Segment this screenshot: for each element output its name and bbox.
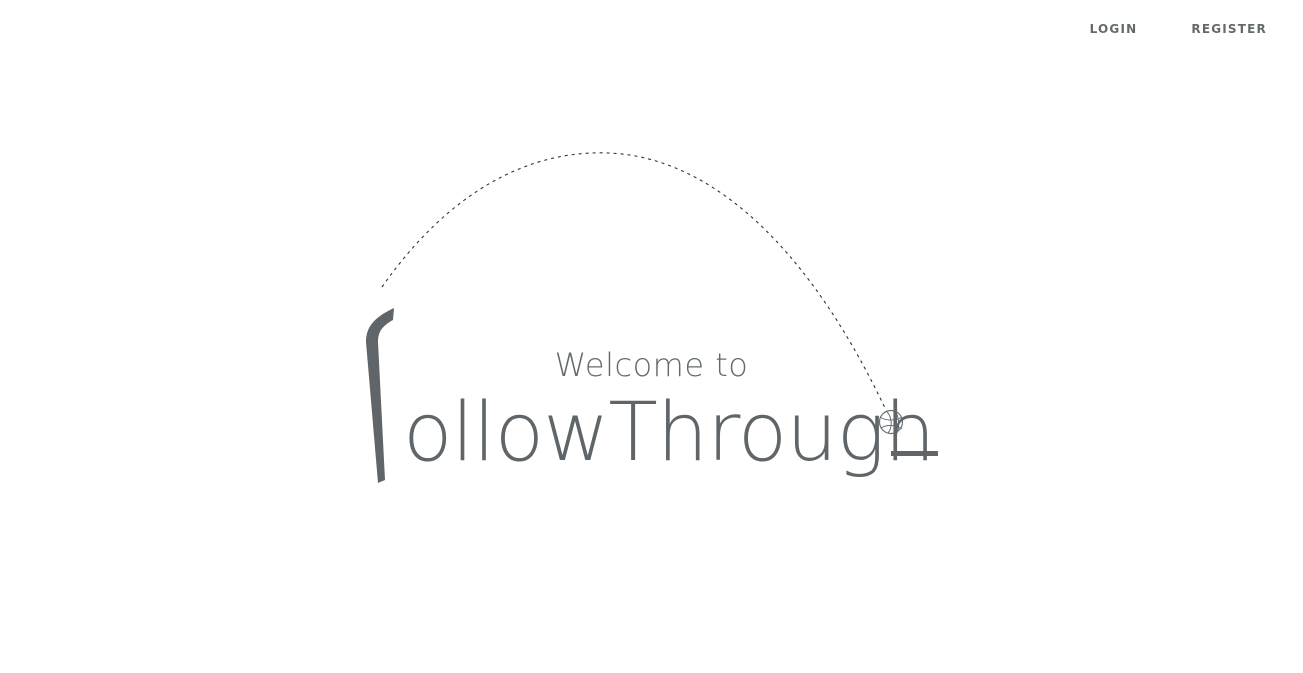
welcome-heading: Welcome to [554,346,749,384]
f-hook-stroke [366,308,394,483]
landing-page: LOGIN REGISTER Welcome to ollowThrough [0,0,1303,673]
hero-illustration [366,152,938,483]
brand-wordmark: ollowThrough [403,386,936,480]
